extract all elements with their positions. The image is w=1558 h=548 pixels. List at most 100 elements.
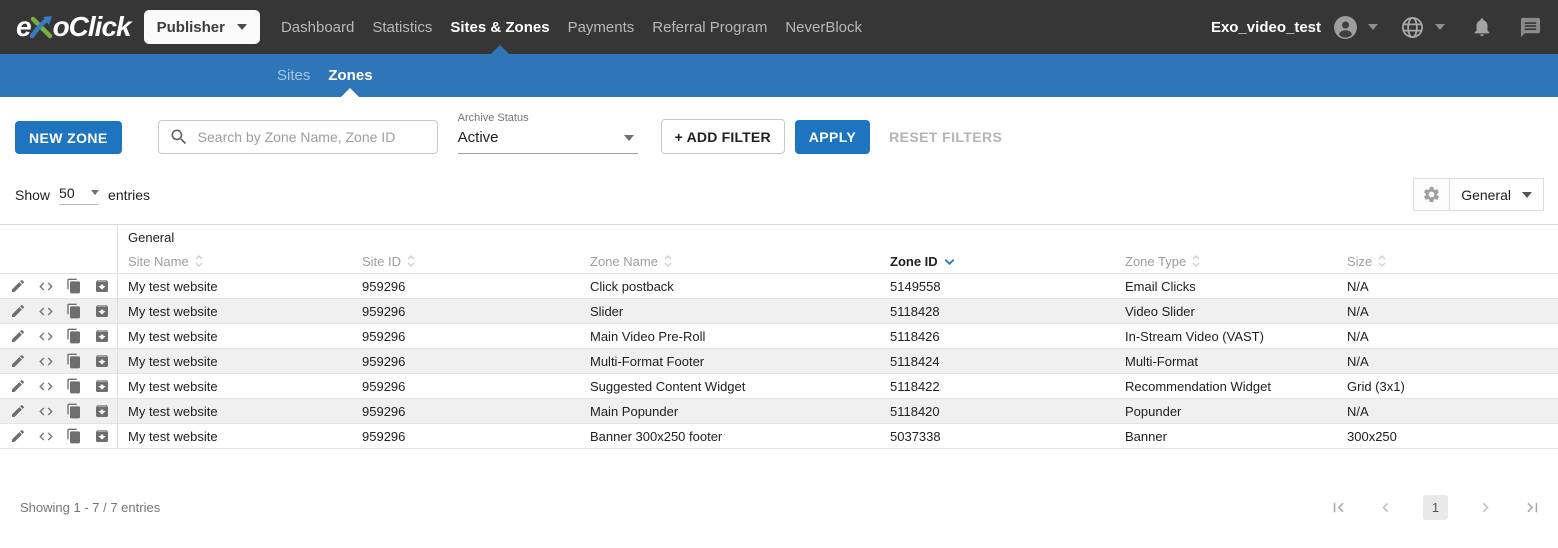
duplicate-zone-button[interactable]: [66, 303, 82, 319]
messages-button[interactable]: [1519, 16, 1542, 39]
tab-zones[interactable]: Zones: [328, 54, 372, 97]
duplicate-copy-icon: [66, 328, 82, 344]
edit-zone-button[interactable]: [10, 403, 26, 419]
cell-zone-id: 5118424: [880, 354, 1115, 369]
archive-zone-button[interactable]: [94, 378, 110, 394]
column-header-zone-type[interactable]: Zone Type: [1115, 254, 1337, 269]
duplicate-zone-button[interactable]: [66, 353, 82, 369]
top-navbar: e oClick Publisher Dashboard Statistics …: [0, 0, 1558, 54]
current-page-button[interactable]: 1: [1423, 495, 1448, 520]
edit-pencil-icon: [10, 278, 26, 294]
table-settings-button[interactable]: [1414, 179, 1450, 210]
get-code-button[interactable]: [38, 328, 54, 344]
archive-zone-button[interactable]: [94, 278, 110, 294]
edit-zone-button[interactable]: [10, 278, 26, 294]
archive-status-select[interactable]: Active: [458, 129, 638, 154]
edit-pencil-icon: [10, 403, 26, 419]
archive-zone-button[interactable]: [94, 328, 110, 344]
nav-item-dashboard[interactable]: Dashboard: [280, 0, 355, 54]
zone-search-box[interactable]: [158, 120, 438, 154]
column-header-size[interactable]: Size: [1337, 254, 1558, 269]
first-page-button[interactable]: [1329, 498, 1348, 517]
duplicate-zone-button[interactable]: [66, 328, 82, 344]
sort-icon: [1192, 254, 1200, 268]
cell-site-name: My test website: [118, 329, 352, 344]
duplicate-zone-button[interactable]: [66, 278, 82, 294]
edit-pencil-icon: [10, 303, 26, 319]
archive-zone-button[interactable]: [94, 403, 110, 419]
nav-item-sites-zones[interactable]: Sites & Zones: [449, 0, 550, 54]
next-page-button[interactable]: [1476, 498, 1495, 517]
archive-zone-button[interactable]: [94, 353, 110, 369]
previous-page-button[interactable]: [1376, 498, 1395, 517]
language-menu-button[interactable]: [1400, 15, 1445, 40]
column-header-zone-id[interactable]: Zone ID: [880, 254, 1115, 269]
edit-zone-button[interactable]: [10, 353, 26, 369]
page-size-select[interactable]: 50: [59, 185, 99, 205]
main-nav: Dashboard Statistics Sites & Zones Payme…: [280, 0, 863, 54]
exoclick-logo[interactable]: e oClick: [16, 11, 131, 43]
chevron-down-icon: [1435, 24, 1445, 30]
edit-pencil-icon: [10, 378, 26, 394]
actions-column-spacer: [0, 225, 118, 249]
cell-zone-type: In-Stream Video (VAST): [1115, 329, 1337, 344]
cell-zone-name: Multi-Format Footer: [580, 354, 880, 369]
archive-box-icon: [94, 378, 110, 394]
edit-zone-button[interactable]: [10, 303, 26, 319]
chevron-left-icon: [1376, 498, 1395, 517]
cell-zone-name: Suggested Content Widget: [580, 379, 880, 394]
last-page-button[interactable]: [1523, 498, 1542, 517]
duplicate-zone-button[interactable]: [66, 378, 82, 394]
cell-zone-id: 5149558: [880, 279, 1115, 294]
cell-zone-id: 5118422: [880, 379, 1115, 394]
cell-zone-type: Video Slider: [1115, 304, 1337, 319]
archive-zone-button[interactable]: [94, 428, 110, 444]
row-actions: [0, 299, 118, 323]
get-code-button[interactable]: [38, 278, 54, 294]
edit-zone-button[interactable]: [10, 378, 26, 394]
view-selector-value: General: [1450, 187, 1522, 203]
duplicate-zone-button[interactable]: [66, 428, 82, 444]
get-code-button[interactable]: [38, 378, 54, 394]
cell-site-id: 959296: [352, 379, 580, 394]
edit-pencil-icon: [10, 353, 26, 369]
duplicate-copy-icon: [66, 278, 82, 294]
get-code-button[interactable]: [38, 303, 54, 319]
bell-icon: [1471, 16, 1493, 38]
column-header-site-id[interactable]: Site ID: [352, 254, 580, 269]
notifications-button[interactable]: [1471, 16, 1493, 38]
tab-sites[interactable]: Sites: [277, 54, 310, 97]
account-name[interactable]: Exo_video_test: [1211, 19, 1321, 36]
add-filter-button[interactable]: + ADD FILTER: [661, 119, 785, 154]
duplicate-zone-button[interactable]: [66, 403, 82, 419]
actions-column-spacer: [0, 249, 118, 273]
reset-filters-button[interactable]: RESET FILTERS: [889, 120, 1002, 154]
edit-zone-button[interactable]: [10, 428, 26, 444]
nav-item-statistics[interactable]: Statistics: [371, 0, 433, 54]
edit-zone-button[interactable]: [10, 328, 26, 344]
cell-site-id: 959296: [352, 304, 580, 319]
get-code-button[interactable]: [38, 428, 54, 444]
cell-zone-id: 5118428: [880, 304, 1115, 319]
column-header-zone-name[interactable]: Zone Name: [580, 254, 880, 269]
nav-item-neverblock[interactable]: NeverBlock: [784, 0, 863, 54]
column-header-site-name[interactable]: Site Name: [118, 254, 352, 269]
new-zone-button[interactable]: NEW ZONE: [15, 121, 122, 154]
archive-zone-button[interactable]: [94, 303, 110, 319]
role-selector-dropdown[interactable]: Publisher: [144, 10, 260, 44]
table-group-header: General: [0, 225, 1558, 249]
table-row: My test website 959296 Suggested Content…: [0, 374, 1558, 399]
column-view-selector[interactable]: General: [1413, 178, 1544, 211]
cell-site-id: 959296: [352, 279, 580, 294]
apply-button[interactable]: APPLY: [795, 120, 870, 154]
logo-text-post: oClick: [53, 11, 131, 43]
nav-item-payments[interactable]: Payments: [567, 0, 636, 54]
get-code-button[interactable]: [38, 353, 54, 369]
archive-box-icon: [94, 428, 110, 444]
account-menu-button[interactable]: [1333, 15, 1378, 40]
get-code-button[interactable]: [38, 403, 54, 419]
nav-item-referral-program[interactable]: Referral Program: [651, 0, 768, 54]
cell-zone-type: Multi-Format: [1115, 354, 1337, 369]
cell-site-name: My test website: [118, 354, 352, 369]
zone-search-input[interactable]: [198, 129, 427, 145]
